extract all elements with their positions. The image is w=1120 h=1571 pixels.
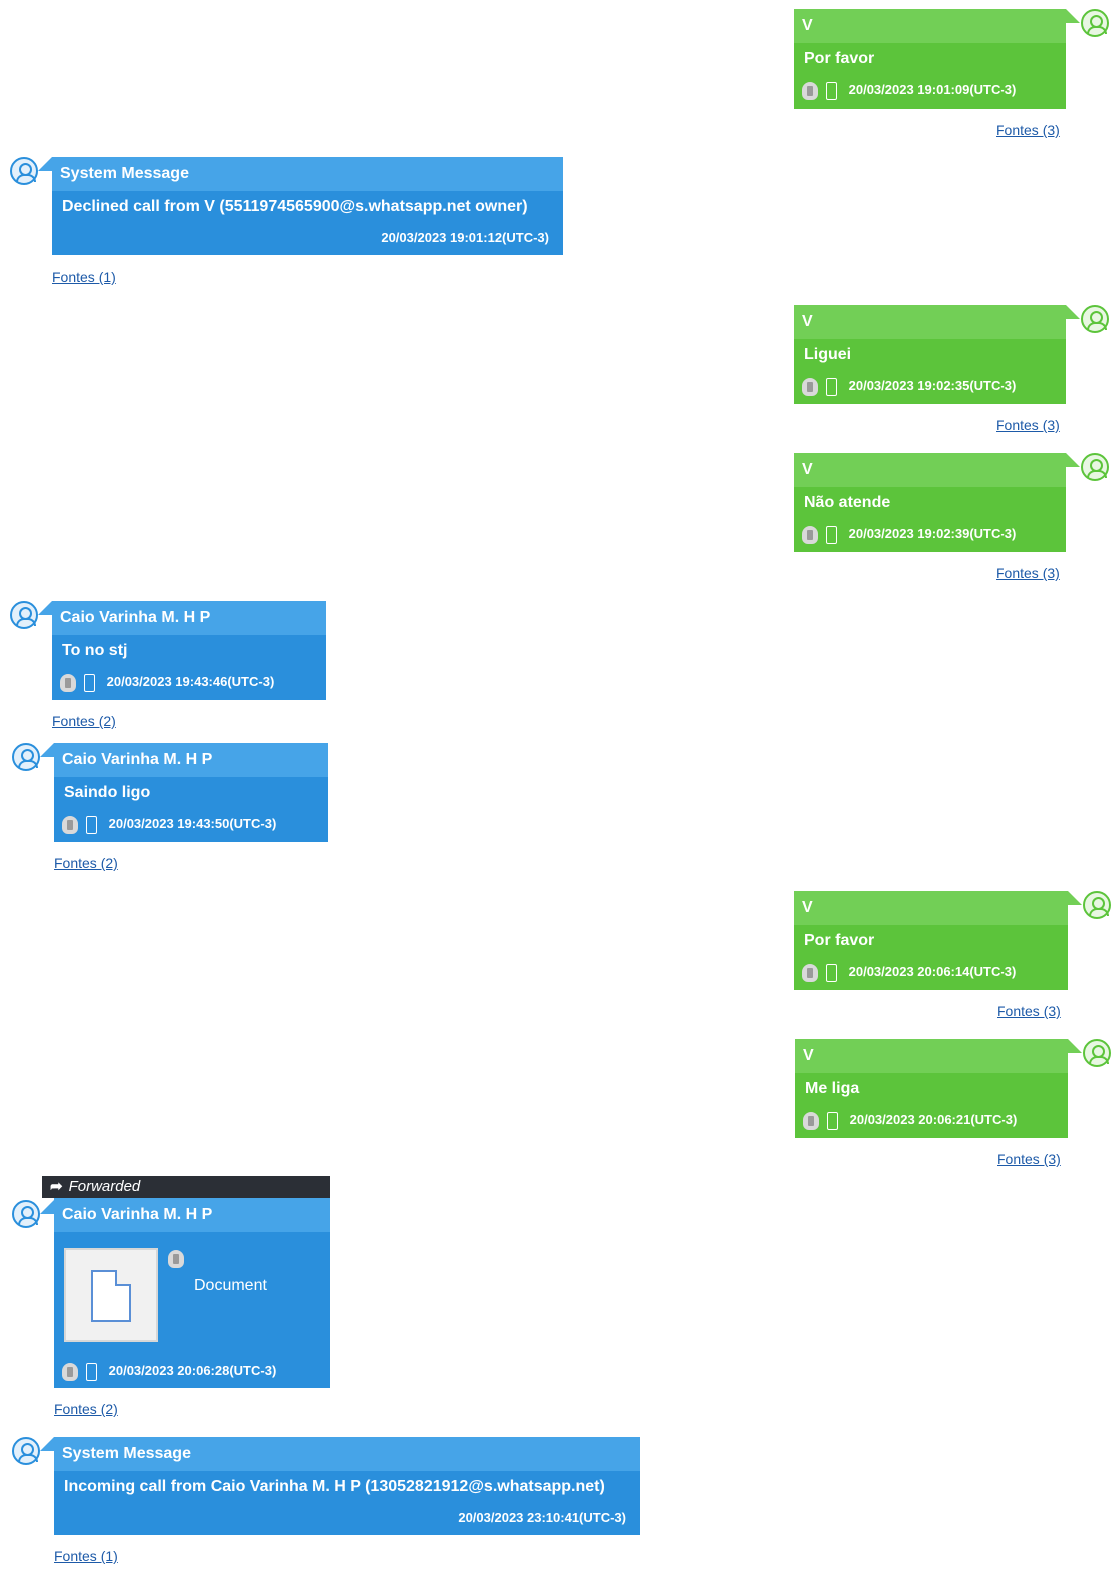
sender-avatar-icon bbox=[12, 1437, 40, 1465]
sender-avatar-icon bbox=[10, 157, 38, 185]
sender-avatar-icon bbox=[1081, 9, 1109, 37]
bubble-tail bbox=[40, 1437, 54, 1451]
message-bubble: Caio Varinha M. H P Document 20/03/2023 … bbox=[54, 1198, 330, 1388]
sources-link[interactable]: Fontes (2) bbox=[54, 855, 118, 871]
message-timestamp: 20/03/2023 19:01:09(UTC-3) bbox=[848, 82, 1017, 97]
phone-icon bbox=[826, 525, 837, 544]
message-bubble: V Liguei 20/03/2023 19:02:35(UTC-3) bbox=[794, 305, 1066, 404]
sources-link[interactable]: Fontes (3) bbox=[996, 417, 1060, 433]
sender-name: Caio Varinha M. H P bbox=[54, 1198, 330, 1232]
phone-icon bbox=[86, 1362, 97, 1381]
message-bubble: Caio Varinha M. H P To no stj 20/03/2023… bbox=[52, 601, 326, 700]
message-bubble: Caio Varinha M. H P Saindo ligo 20/03/20… bbox=[54, 743, 328, 842]
message-text: Me liga bbox=[805, 1080, 860, 1097]
trash-icon bbox=[62, 1362, 78, 1381]
bubble-tail bbox=[38, 157, 52, 171]
sources-link[interactable]: Fontes (1) bbox=[52, 269, 116, 285]
trash-icon bbox=[60, 673, 76, 692]
sources-link[interactable]: Fontes (3) bbox=[997, 1003, 1061, 1019]
message-text: Por favor bbox=[804, 932, 875, 949]
trash-icon bbox=[168, 1250, 184, 1268]
bubble-tail bbox=[40, 743, 54, 757]
sender-avatar-icon bbox=[10, 601, 38, 629]
phone-icon bbox=[84, 673, 95, 692]
message-bubble: System Message Incoming call from Caio V… bbox=[54, 1437, 640, 1535]
sender-avatar-icon bbox=[1081, 305, 1109, 333]
bubble-tail bbox=[38, 601, 52, 615]
phone-icon bbox=[827, 1111, 838, 1130]
sender-name: V bbox=[795, 1039, 1068, 1073]
phone-icon bbox=[86, 815, 97, 834]
forwarded-label: Forwarded bbox=[68, 1178, 141, 1195]
message-timestamp: 20/03/2023 20:06:14(UTC-3) bbox=[848, 964, 1017, 979]
trash-icon bbox=[62, 815, 78, 834]
document-icon bbox=[91, 1270, 131, 1322]
phone-icon bbox=[826, 963, 837, 982]
message-bubble: V Me liga 20/03/2023 20:06:21(UTC-3) bbox=[795, 1039, 1068, 1138]
message-timestamp: 20/03/2023 20:06:28(UTC-3) bbox=[108, 1363, 277, 1378]
sources-link[interactable]: Fontes (3) bbox=[996, 565, 1060, 581]
attachment-label[interactable]: Document bbox=[194, 1277, 267, 1295]
trash-icon bbox=[803, 1111, 819, 1130]
sender-name: V bbox=[794, 9, 1066, 43]
message-bubble: V Por favor 20/03/2023 19:01:09(UTC-3) bbox=[794, 9, 1066, 109]
message-text: Incoming call from Caio Varinha M. H P (… bbox=[64, 1478, 605, 1495]
trash-icon bbox=[802, 377, 818, 396]
message-timestamp: 20/03/2023 19:43:46(UTC-3) bbox=[106, 674, 275, 689]
sender-avatar-icon bbox=[12, 1200, 40, 1228]
bubble-tail bbox=[1068, 1039, 1082, 1053]
sender-name: System Message bbox=[52, 157, 563, 191]
bubble-tail bbox=[1068, 891, 1082, 905]
document-thumbnail[interactable] bbox=[64, 1248, 158, 1342]
trash-icon bbox=[802, 963, 818, 982]
bubble-tail bbox=[1066, 453, 1080, 467]
message-text: Não atende bbox=[804, 494, 891, 511]
message-timestamp: 20/03/2023 23:10:41(UTC-3) bbox=[458, 1510, 626, 1525]
sender-name: V bbox=[794, 305, 1066, 339]
forwarded-banner: ➦ Forwarded bbox=[42, 1176, 330, 1198]
message-timestamp: 20/03/2023 20:06:21(UTC-3) bbox=[849, 1112, 1018, 1127]
sender-avatar-icon bbox=[1081, 453, 1109, 481]
sender-name: V bbox=[794, 891, 1068, 925]
trash-icon bbox=[802, 525, 818, 544]
sender-name: Caio Varinha M. H P bbox=[52, 601, 326, 635]
message-timestamp: 20/03/2023 19:43:50(UTC-3) bbox=[108, 816, 277, 831]
sender-name: Caio Varinha M. H P bbox=[54, 743, 328, 777]
phone-icon bbox=[826, 81, 837, 100]
bubble-tail bbox=[1066, 305, 1080, 319]
sender-avatar-icon bbox=[1083, 891, 1111, 919]
message-timestamp: 20/03/2023 19:02:39(UTC-3) bbox=[848, 526, 1017, 541]
bubble-tail bbox=[1066, 9, 1080, 23]
sources-link[interactable]: Fontes (3) bbox=[997, 1151, 1061, 1167]
message-bubble: V Não atende 20/03/2023 19:02:39(UTC-3) bbox=[794, 453, 1066, 552]
message-bubble: System Message Declined call from V (551… bbox=[52, 157, 563, 255]
phone-icon bbox=[826, 377, 837, 396]
message-bubble: V Por favor 20/03/2023 20:06:14(UTC-3) bbox=[794, 891, 1068, 990]
bubble-tail bbox=[40, 1200, 54, 1214]
sources-link[interactable]: Fontes (2) bbox=[54, 1401, 118, 1417]
message-text: Por favor bbox=[804, 50, 875, 67]
message-text: To no stj bbox=[62, 642, 128, 659]
forward-arrow-icon: ➦ bbox=[50, 1178, 63, 1195]
message-text: Declined call from V (5511974565900@s.wh… bbox=[62, 198, 528, 215]
sender-avatar-icon bbox=[1083, 1039, 1111, 1067]
message-text: Saindo ligo bbox=[64, 784, 151, 801]
sources-link[interactable]: Fontes (3) bbox=[996, 122, 1060, 138]
sources-link[interactable]: Fontes (1) bbox=[54, 1548, 118, 1564]
trash-icon bbox=[802, 81, 818, 100]
message-timestamp: 20/03/2023 19:02:35(UTC-3) bbox=[848, 378, 1017, 393]
message-text: Liguei bbox=[804, 346, 852, 363]
sender-name: System Message bbox=[54, 1437, 640, 1471]
sender-name: V bbox=[794, 453, 1066, 487]
message-timestamp: 20/03/2023 19:01:12(UTC-3) bbox=[381, 230, 549, 245]
sources-link[interactable]: Fontes (2) bbox=[52, 713, 116, 729]
sender-avatar-icon bbox=[12, 743, 40, 771]
